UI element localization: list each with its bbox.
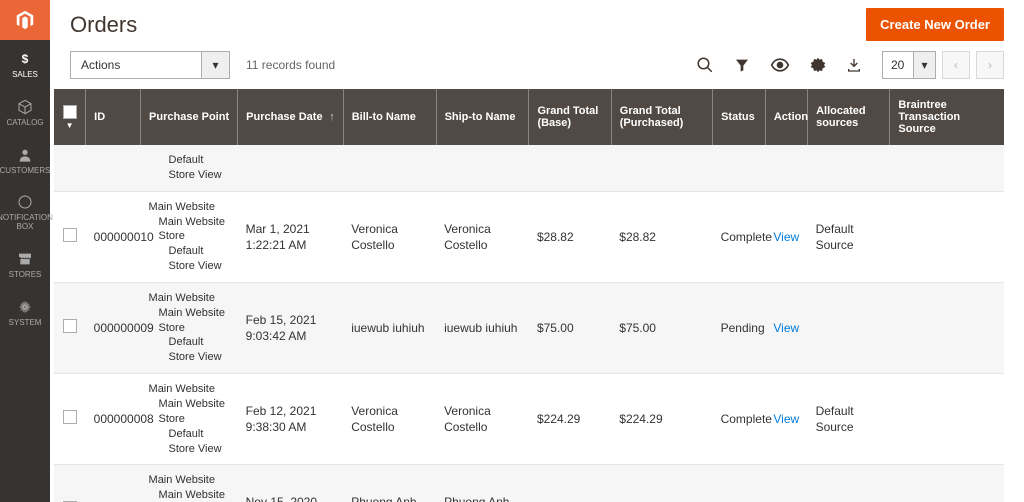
cell-base: $224.29 (529, 374, 611, 465)
column-header[interactable]: Ship-to Name (436, 89, 529, 145)
cell-alloc: Default Source (808, 191, 890, 282)
column-header[interactable]: Grand Total (Base) (529, 89, 611, 145)
prev-page-button[interactable]: ‹ (942, 51, 970, 79)
create-new-order-button[interactable]: Create New Order (866, 8, 1004, 41)
cell-date: Nov 15, 2020 8:22:31 PM (238, 465, 344, 502)
search-icon[interactable] (696, 56, 714, 74)
cell-date: Mar 1, 2021 1:22:21 AM (238, 191, 344, 282)
cell-id: 000000007 (86, 465, 141, 502)
records-found-label: 11 records found (246, 58, 335, 72)
sidebar-item-system[interactable]: SYSTEM (0, 288, 50, 336)
column-header[interactable]: Action (765, 89, 807, 145)
cell-status: Complete (713, 191, 766, 282)
column-header[interactable]: Braintree Transaction Source (890, 89, 1004, 145)
column-header[interactable]: Allocated sources (808, 89, 890, 145)
cell-status: Pending (713, 465, 766, 502)
cell-ship: Veronica Costello (436, 191, 529, 282)
export-icon[interactable] (846, 57, 862, 73)
actions-dropdown[interactable]: Actions ▾ (70, 51, 230, 79)
bell-icon (16, 193, 34, 211)
page-title: Orders (70, 12, 137, 38)
cell-bill: Veronica Costello (343, 191, 436, 282)
chevron-down-icon[interactable]: ▼ (66, 121, 74, 130)
view-link[interactable]: View (773, 412, 799, 426)
cell-date: Feb 12, 2021 9:38:30 AM (238, 374, 344, 465)
sort-asc-icon: ↑ (329, 111, 335, 123)
cell-ship: Phuong Anh Nguyen (436, 465, 529, 502)
cell-purchase-point: Main WebsiteMain Website StoreDefault St… (141, 191, 238, 282)
row-checkbox[interactable] (63, 410, 77, 424)
eye-icon[interactable] (770, 58, 790, 72)
filter-icon[interactable] (734, 57, 750, 73)
cell-bill: Veronica Costello (343, 374, 436, 465)
cell-bt (890, 374, 1004, 465)
cell-bt (890, 191, 1004, 282)
cell-bill: iuewub iuhiuh (343, 282, 436, 373)
sidebar-item-customers[interactable]: CUSTOMERS (0, 136, 50, 184)
magento-logo[interactable] (0, 0, 50, 40)
cell-bt (890, 465, 1004, 502)
row-checkbox[interactable] (63, 319, 77, 333)
sidebar-item-catalog[interactable]: CATALOG (0, 88, 50, 136)
person-icon (16, 146, 34, 164)
store-icon (16, 250, 34, 268)
cell-id: 000000010 (86, 191, 141, 282)
select-all-checkbox[interactable] (63, 105, 77, 119)
cell-date: Feb 15, 2021 9:03:42 AM (238, 282, 344, 373)
cell-id: 000000008 (86, 374, 141, 465)
cell-status: Complete (713, 374, 766, 465)
sidebar-item-stores[interactable]: STORES (0, 240, 50, 288)
sidebar-item-notification[interactable]: NOTIFICATION BOX (0, 183, 50, 240)
cell-base: $28.82 (529, 191, 611, 282)
cell-ship: iuewub iuhiuh (436, 282, 529, 373)
cell-alloc: Default Source (808, 374, 890, 465)
cell-alloc (808, 465, 890, 502)
column-header[interactable]: Purchase Date↑ (238, 89, 344, 145)
orders-grid: ▼ IDPurchase PointPurchase Date↑Bill-to N… (54, 89, 1004, 502)
column-header[interactable]: ▼ (54, 89, 86, 145)
cell-bill: Phuong Anh Nguyen (343, 465, 436, 502)
table-row: 000000009Main WebsiteMain Website StoreD… (54, 282, 1004, 373)
svg-text:$: $ (22, 52, 29, 66)
cell-purchase-point: Main WebsiteMain Website StoreDefault St… (141, 374, 238, 465)
cell-purchased: $224.29 (611, 374, 712, 465)
table-row: 000000010Main WebsiteMain Website StoreD… (54, 191, 1004, 282)
column-header[interactable]: Status (713, 89, 766, 145)
dollar-icon: $ (16, 50, 34, 68)
column-header[interactable]: ID (86, 89, 141, 145)
cell-purchase-point: Main WebsiteMain Website StoreDefault St… (141, 282, 238, 373)
sidebar-nav: $ SALES CATALOG CUSTOMERS NOTIFICATION B… (0, 0, 50, 502)
sidebar-item-sales[interactable]: $ SALES (0, 40, 50, 88)
cell-purchased: $74.00 (611, 465, 712, 502)
cell-alloc (808, 282, 890, 373)
cell-ship: Veronica Costello (436, 374, 529, 465)
chevron-down-icon: ▾ (913, 52, 935, 78)
cell-bt (890, 282, 1004, 373)
cube-icon (16, 98, 34, 116)
column-header[interactable]: Purchase Point (141, 89, 238, 145)
column-header[interactable]: Bill-to Name (343, 89, 436, 145)
cell-base: $75.00 (529, 282, 611, 373)
cell-id: 000000009 (86, 282, 141, 373)
next-page-button[interactable]: › (976, 51, 1004, 79)
settings-icon[interactable] (810, 57, 826, 73)
view-link[interactable]: View (773, 321, 799, 335)
view-link[interactable]: View (773, 230, 799, 244)
cell-purchased: $75.00 (611, 282, 712, 373)
cell-base: $74.00 (529, 465, 611, 502)
gear-icon (16, 298, 34, 316)
column-header[interactable]: Grand Total (Purchased) (611, 89, 712, 145)
cell-status: Pending (713, 282, 766, 373)
row-checkbox[interactable] (63, 228, 77, 242)
cell-purchase-point: Main WebsiteMain Website StoreDefault St… (141, 465, 238, 502)
table-row: 000000007Main WebsiteMain Website StoreD… (54, 465, 1004, 502)
table-row: 000000008Main WebsiteMain Website StoreD… (54, 374, 1004, 465)
cell-purchased: $28.82 (611, 191, 712, 282)
page-size-select[interactable]: 20 ▾ (882, 51, 936, 79)
chevron-down-icon: ▾ (201, 52, 229, 78)
